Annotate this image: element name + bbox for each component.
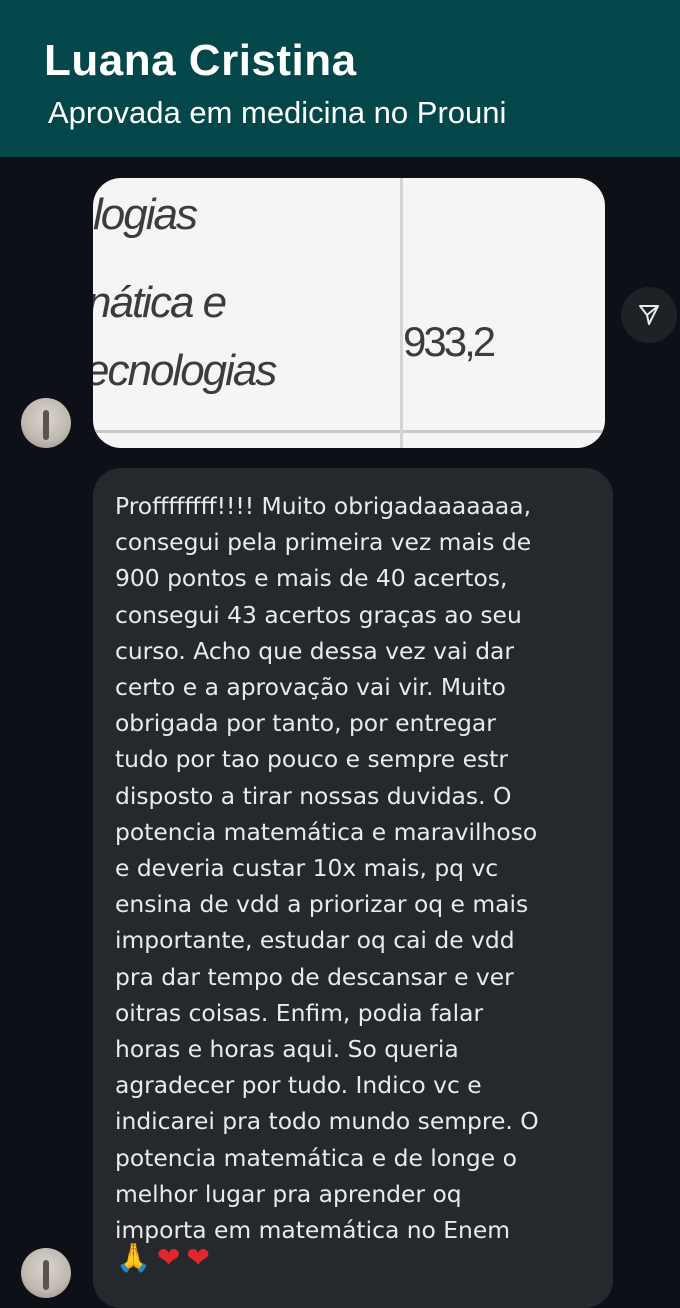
- pray-emoji-icon: 🙏: [116, 1242, 151, 1273]
- heart-emoji-icon: ❤: [186, 1242, 210, 1273]
- table-cell-area-3: ecnologias: [93, 346, 277, 395]
- heart-emoji-icon: ❤: [156, 1242, 181, 1273]
- table-cell-score: 933,2: [403, 318, 496, 365]
- table-cell-area-2: nática e: [93, 278, 227, 327]
- share-button[interactable]: [621, 287, 677, 343]
- contact-name: Luana Cristina: [44, 36, 357, 85]
- avatar-figure: [43, 1260, 49, 1290]
- chat-header: Luana Cristina Aprovada em medicina no P…: [0, 0, 680, 157]
- message-bubble[interactable]: Proffffffff!!!! Muito obrigadaaaaaaa, co…: [93, 468, 613, 1308]
- share-icon: [639, 305, 659, 325]
- emoji-row: 🙏 ❤ ❤: [116, 1241, 210, 1275]
- avatar[interactable]: [21, 1248, 71, 1298]
- table-row-divider: [93, 430, 605, 433]
- table-column-divider: [400, 178, 403, 448]
- avatar-figure: [43, 410, 49, 440]
- contact-subtitle: Aprovada em medicina no Prouni: [48, 95, 507, 130]
- message-text: Proffffffff!!!! Muito obrigadaaaaaaa, co…: [115, 492, 539, 1245]
- image-message[interactable]: logias nática e ecnologias: [93, 178, 605, 448]
- table-cell-area-1: logias: [93, 190, 198, 239]
- avatar[interactable]: [21, 398, 71, 448]
